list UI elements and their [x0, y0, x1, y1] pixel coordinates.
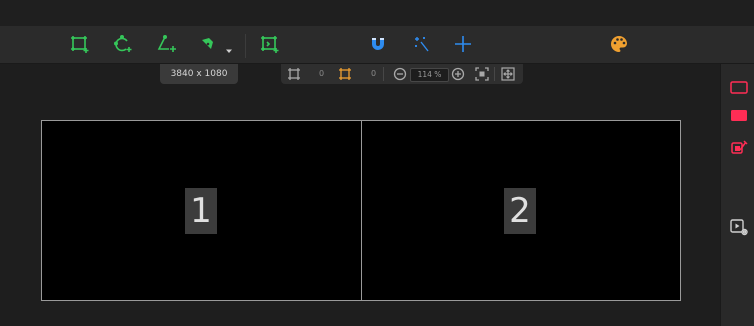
pen-tool-icon[interactable] [198, 34, 218, 54]
screen-2[interactable]: 2 [362, 121, 680, 300]
fit-view-icon[interactable] [475, 67, 489, 81]
title-strip [0, 0, 754, 26]
screen-layout[interactable]: 1 2 [41, 120, 681, 301]
view-toolbar-divider [383, 67, 384, 81]
screen-filled-icon[interactable] [729, 106, 749, 126]
right-offset-value[interactable]: 0 [371, 67, 376, 81]
chevron-down-icon[interactable] [225, 40, 233, 53]
zoom-out-icon[interactable] [393, 67, 407, 81]
resolution-badge: 3840 x 1080 [160, 64, 238, 84]
toolbar-divider [245, 34, 246, 58]
screen-outline-icon[interactable] [729, 78, 749, 98]
screen-number-2: 2 [504, 188, 536, 234]
right-panel [720, 64, 754, 326]
screen-number-1: 1 [185, 188, 217, 234]
media-settings-icon[interactable] [729, 217, 749, 237]
crosshair-icon[interactable] [453, 34, 473, 54]
move-arrows-icon[interactable] [501, 67, 515, 81]
left-offset-value[interactable]: 0 [319, 67, 324, 81]
palette-icon[interactable] [609, 34, 629, 54]
view-toolbar-divider [494, 67, 495, 81]
magic-wand-icon[interactable] [412, 34, 432, 54]
zoom-in-icon[interactable] [451, 67, 465, 81]
triangle-add-icon[interactable] [157, 34, 177, 54]
rectangle-add-icon[interactable] [70, 34, 90, 54]
circle-add-icon[interactable] [113, 34, 133, 54]
screen-1[interactable]: 1 [42, 121, 362, 300]
zoom-field[interactable]: 114 % [410, 68, 449, 82]
view-toolbar: 0 0 114 % [281, 64, 523, 84]
main-toolbar [0, 26, 754, 64]
magnet-icon[interactable] [368, 34, 388, 54]
crop-outline-icon[interactable] [287, 67, 301, 81]
fit-screen-add-icon[interactable] [260, 34, 280, 54]
mask-edit-icon[interactable] [729, 138, 749, 158]
crop-orange-icon[interactable] [338, 67, 352, 81]
